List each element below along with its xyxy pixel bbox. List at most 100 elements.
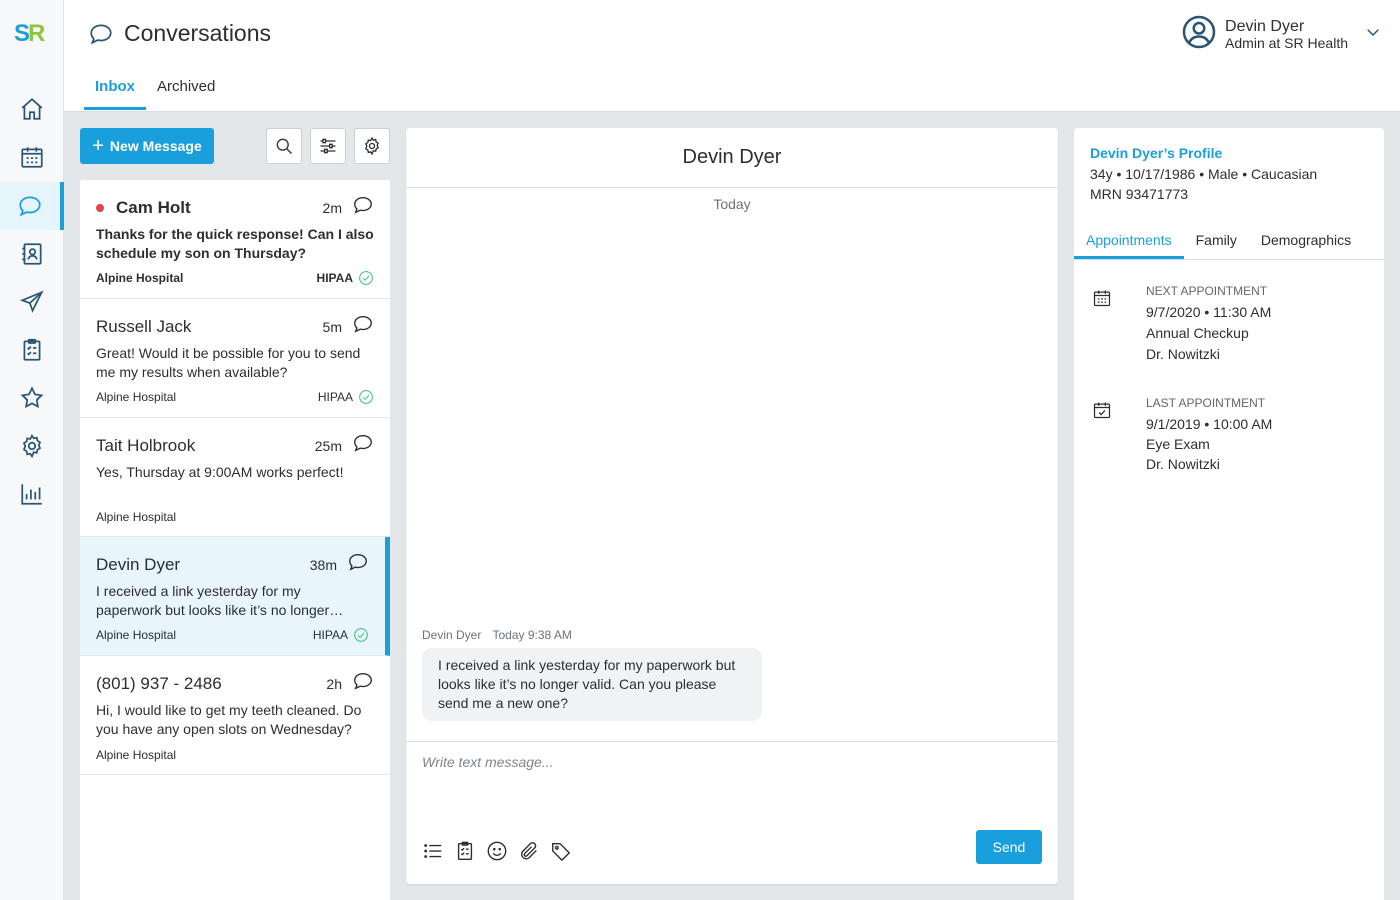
app-logo[interactable]: SR bbox=[14, 20, 50, 48]
nav-contacts[interactable] bbox=[0, 230, 64, 278]
profile-link[interactable]: Devin Dyer’s Profile bbox=[1090, 145, 1222, 161]
logo-letter-r: R bbox=[28, 20, 45, 47]
appointment-type: Eye Exam bbox=[1146, 436, 1210, 452]
page-title-text: Conversations bbox=[124, 20, 272, 46]
message-meta: Devin Dyer Today 9:38 AM bbox=[422, 628, 572, 642]
conversation-preview: Thanks for the quick response! Can I als… bbox=[96, 226, 374, 261]
conversation-item[interactable]: Tait Holbrook 25m Yes, Thursday at 9:00A… bbox=[80, 418, 390, 537]
conversation-org: Alpine Hospital bbox=[96, 271, 184, 285]
logo-letter-s: S bbox=[14, 20, 30, 47]
paperclip-icon[interactable] bbox=[518, 840, 540, 862]
nav-campaigns[interactable] bbox=[0, 278, 64, 326]
nav-analytics[interactable] bbox=[0, 470, 64, 518]
chat-title: Devin Dyer bbox=[406, 128, 1058, 188]
calendar-icon bbox=[21, 147, 43, 168]
chat-bubble-icon bbox=[352, 313, 374, 340]
profile-panel: Devin Dyer’s Profile 34y • 10/17/1986 • … bbox=[1074, 128, 1384, 900]
tab-family[interactable]: Family bbox=[1184, 228, 1249, 259]
sliders-icon bbox=[320, 138, 336, 154]
conversation-name: Devin Dyer bbox=[96, 554, 181, 574]
filter-button[interactable] bbox=[310, 128, 346, 164]
chevron-down-icon[interactable] bbox=[1356, 23, 1382, 46]
user-role: Admin at SR Health bbox=[1225, 34, 1348, 51]
avatar bbox=[1181, 14, 1217, 55]
check-circle-icon bbox=[359, 271, 373, 285]
conversation-time: 25m bbox=[314, 437, 342, 454]
nav-home[interactable] bbox=[0, 85, 64, 133]
appointment-type: Annual Checkup bbox=[1146, 325, 1249, 341]
conversation-org: Alpine Hospital bbox=[96, 628, 177, 642]
chat-bubble-icon bbox=[347, 551, 369, 578]
tag-icon[interactable] bbox=[550, 840, 572, 862]
conversation-item[interactable]: Cam Holt 2m Thanks for the quick respons… bbox=[80, 180, 390, 299]
chat-bubble-icon bbox=[352, 432, 374, 459]
tab-inbox[interactable]: Inbox bbox=[84, 72, 146, 110]
tab-archived[interactable]: Archived bbox=[146, 72, 226, 110]
list-icon[interactable] bbox=[422, 840, 444, 862]
contacts-book-icon bbox=[22, 243, 42, 265]
composer-toolbar bbox=[422, 840, 572, 862]
check-circle-icon bbox=[354, 628, 368, 642]
nav-calendar[interactable] bbox=[0, 133, 64, 181]
chat-bubble-icon bbox=[19, 196, 41, 217]
nav-reviews[interactable] bbox=[0, 374, 64, 422]
star-icon bbox=[20, 386, 44, 409]
page-title: Conversations bbox=[88, 20, 271, 47]
conversation-org: Alpine Hospital bbox=[96, 748, 177, 762]
profile-details: 34y • 10/17/1986 • Male • Caucasian bbox=[1090, 166, 1318, 182]
inbox-settings-button[interactable] bbox=[354, 128, 390, 164]
conversation-time: 2m bbox=[322, 199, 342, 216]
gear-icon bbox=[364, 136, 380, 156]
new-message-button[interactable]: + New Message bbox=[80, 128, 214, 164]
emoji-icon[interactable] bbox=[486, 840, 508, 862]
gear-icon bbox=[22, 434, 42, 459]
conversation-preview: Yes, Thursday at 9:00AM works perfect! bbox=[96, 464, 344, 480]
search-icon bbox=[276, 138, 292, 154]
conversation-time: 5m bbox=[322, 318, 342, 335]
nav-rail: SR bbox=[0, 0, 64, 900]
appointment-doctor: Dr. Nowitzki bbox=[1146, 456, 1220, 472]
hipaa-label: HIPAA bbox=[317, 390, 353, 404]
calendar-check-icon bbox=[1092, 400, 1112, 425]
chat-bubble-icon bbox=[352, 194, 374, 221]
tab-appointments[interactable]: Appointments bbox=[1074, 228, 1184, 259]
day-separator: Today bbox=[713, 196, 751, 212]
inbox-tabs: Inbox Archived bbox=[84, 72, 226, 110]
check-circle-icon bbox=[359, 390, 373, 404]
nav-conversations[interactable] bbox=[0, 182, 64, 230]
new-message-label: New Message bbox=[109, 138, 202, 154]
tab-demographics[interactable]: Demographics bbox=[1249, 228, 1363, 259]
nav-settings[interactable] bbox=[0, 422, 64, 470]
conversation-item-selected[interactable]: Devin Dyer 38m I received a link yesterd… bbox=[80, 537, 390, 656]
appointment-heading: NEXT APPOINTMENT bbox=[1146, 284, 1268, 298]
send-button[interactable]: Send bbox=[976, 830, 1042, 864]
conversation-time: 38m bbox=[309, 556, 337, 573]
conversation-time: 2h bbox=[326, 675, 342, 692]
conversation-name: (801) 937 - 2486 bbox=[96, 673, 222, 693]
user-circle-icon bbox=[1182, 15, 1216, 49]
conversation-preview: Hi, I would like to get my teeth cleaned… bbox=[96, 702, 362, 737]
conversation-item[interactable]: Russell Jack 5m Great! Would it be possi… bbox=[80, 299, 390, 418]
nav-tasks[interactable] bbox=[0, 326, 64, 374]
composer: Send bbox=[406, 741, 1058, 884]
message-input[interactable] bbox=[422, 754, 1042, 814]
hipaa-badge: HIPAA bbox=[317, 270, 374, 286]
appointment-heading: LAST APPOINTMENT bbox=[1146, 396, 1266, 410]
hipaa-label: HIPAA bbox=[316, 271, 353, 285]
hipaa-label: HIPAA bbox=[312, 628, 348, 642]
conversation-org: Alpine Hospital bbox=[96, 510, 177, 524]
hipaa-badge: HIPAA bbox=[313, 627, 369, 643]
chat-panel: Devin Dyer Today Devin Dyer Today 9:38 A… bbox=[406, 128, 1058, 884]
chat-bubble-icon bbox=[352, 670, 374, 697]
message-sender: Devin Dyer bbox=[422, 628, 482, 642]
profile-mrn: MRN 93471773 bbox=[1090, 186, 1189, 202]
user-menu[interactable]: Devin Dyer Admin at SR Health bbox=[1181, 14, 1382, 55]
appointment-doctor: Dr. Nowitzki bbox=[1146, 346, 1220, 362]
clipboard-checklist-icon[interactable] bbox=[454, 840, 476, 862]
appointment-datetime: 9/7/2020 • 11:30 AM bbox=[1146, 304, 1272, 320]
home-icon bbox=[21, 98, 43, 120]
plus-icon: + bbox=[92, 135, 104, 157]
conversation-item[interactable]: (801) 937 - 2486 2h Hi, I would like to … bbox=[80, 656, 390, 775]
search-button[interactable] bbox=[266, 128, 302, 164]
profile-tabs: Appointments Family Demographics bbox=[1074, 228, 1384, 260]
